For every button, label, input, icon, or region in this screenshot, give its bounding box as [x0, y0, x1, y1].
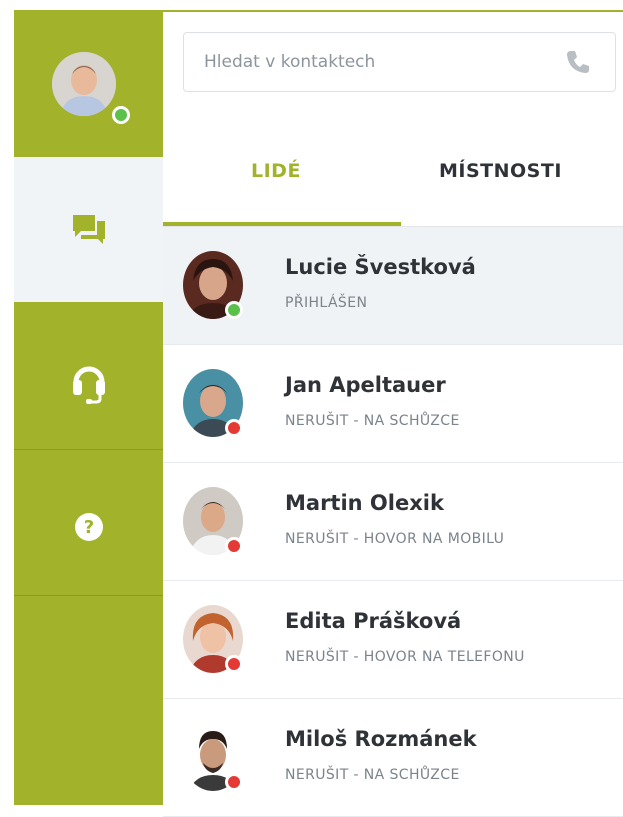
- status-dot-busy: [225, 655, 243, 673]
- contact-list: Lucie Švestková PŘIHLÁŠEN Jan Apeltauer …: [163, 227, 623, 817]
- active-tab-indicator: [163, 222, 401, 226]
- contact-row[interactable]: Jan Apeltauer NERUŠIT - NA SCHŮZCE: [163, 345, 623, 463]
- my-status-dot: [112, 106, 130, 124]
- contact-row[interactable]: Edita Prášková NERUŠIT - HOVOR NA TELEFO…: [163, 581, 623, 699]
- contact-status: NERUŠIT - HOVOR NA TELEFONU: [285, 649, 525, 665]
- contact-name: Miloš Rozmánek: [285, 727, 477, 751]
- my-avatar[interactable]: [52, 52, 116, 116]
- contact-name: Lucie Švestková: [285, 255, 476, 279]
- contact-status: NERUŠIT - NA SCHŮZCE: [285, 767, 460, 783]
- contact-status: PŘIHLÁŠEN: [285, 295, 368, 311]
- search-field[interactable]: Hledat v kontaktech: [183, 32, 616, 92]
- contact-name: Edita Prášková: [285, 609, 462, 633]
- contact-status: NERUŠIT - HOVOR NA MOBILU: [285, 531, 505, 547]
- phone-icon[interactable]: [565, 49, 591, 79]
- search-placeholder: Hledat v kontaktech: [204, 52, 376, 72]
- sidebar-item-chat[interactable]: [14, 157, 163, 302]
- sidebar: ?: [14, 10, 163, 805]
- status-dot-busy: [225, 419, 243, 437]
- tabs: LIDÉ MÍSTNOSTI: [163, 138, 623, 227]
- sidebar-item-help[interactable]: ?: [14, 450, 163, 596]
- tab-people[interactable]: LIDÉ: [251, 160, 301, 182]
- status-dot-busy: [225, 773, 243, 791]
- contacts-panel: Hledat v kontaktech LIDÉ MÍSTNOSTI Lucie…: [163, 12, 623, 817]
- contact-row[interactable]: Miloš Rozmánek NERUŠIT - NA SCHŮZCE: [163, 699, 623, 817]
- contact-name: Jan Apeltauer: [285, 373, 446, 397]
- sidebar-item-support[interactable]: [14, 304, 163, 450]
- contact-status: NERUŠIT - NA SCHŮZCE: [285, 413, 460, 429]
- contact-row[interactable]: Martin Olexik NERUŠIT - HOVOR NA MOBILU: [163, 463, 623, 581]
- headset-icon: [72, 362, 106, 408]
- help-icon: ?: [74, 512, 104, 546]
- chat-icon: [71, 213, 107, 249]
- status-dot-online: [225, 301, 243, 319]
- tab-rooms[interactable]: MÍSTNOSTI: [439, 160, 562, 182]
- svg-text:?: ?: [83, 517, 93, 538]
- contact-row[interactable]: Lucie Švestková PŘIHLÁŠEN: [163, 227, 623, 345]
- status-dot-busy: [225, 537, 243, 555]
- contact-name: Martin Olexik: [285, 491, 444, 515]
